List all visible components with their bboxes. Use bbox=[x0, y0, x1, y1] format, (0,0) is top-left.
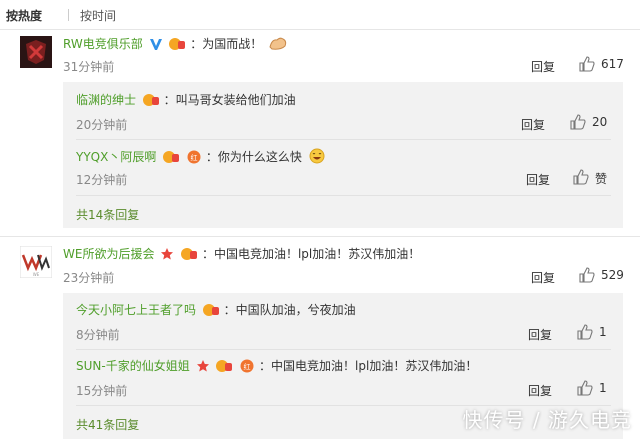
svg-text:红: 红 bbox=[190, 153, 197, 162]
member-badge-icon bbox=[142, 93, 160, 107]
reply-line: 临渊的绅士 ：叫马哥女装给他们加油 bbox=[76, 92, 296, 108]
comment-line: RW电竞俱乐部 ：为国而战！ bbox=[63, 35, 288, 52]
username-link[interactable]: RW电竞俱乐部 bbox=[63, 37, 143, 51]
reply-line: 今天小阿七上王者了吗 ：中国队加油，兮夜加油 bbox=[76, 302, 356, 318]
member-badge-icon bbox=[215, 359, 233, 373]
reply-button[interactable]: 回复 bbox=[531, 58, 555, 75]
thumbs-up-icon bbox=[579, 56, 595, 72]
reply-line: YYQX丶阿辰啊 红 ：你为什么这么快 bbox=[76, 148, 326, 165]
watermark: 快传号 / 游久电竞 bbox=[462, 408, 632, 432]
username-link[interactable]: 临渊的绅士 bbox=[76, 93, 136, 107]
reply-time: 15分钟前 bbox=[76, 384, 128, 398]
more-replies-link[interactable]: 共14条回复 bbox=[76, 206, 139, 223]
thumbs-up-icon bbox=[579, 267, 595, 283]
reply-time: 20分钟前 bbox=[76, 118, 128, 132]
username-link[interactable]: SUN-千家的仙女姐姐 bbox=[76, 359, 190, 373]
username-link[interactable]: 今天小阿七上王者了吗 bbox=[76, 303, 196, 317]
sort-by-hot-tab[interactable]: 按热度 bbox=[6, 7, 42, 24]
reply-divider bbox=[76, 349, 611, 350]
reply-button[interactable]: 回复 bbox=[528, 382, 552, 399]
like-count: 529 bbox=[601, 268, 624, 282]
svg-text:红: 红 bbox=[244, 362, 251, 371]
reply-divider bbox=[76, 139, 611, 140]
level-badge-icon: 红 bbox=[186, 150, 202, 164]
like-count: 1 bbox=[599, 325, 607, 339]
reply-time: 8分钟前 bbox=[76, 328, 120, 342]
sort-divider bbox=[0, 29, 640, 30]
level-badge-icon: 红 bbox=[239, 359, 255, 373]
like-button[interactable]: 617 bbox=[579, 56, 629, 74]
member-badge-icon bbox=[168, 37, 186, 51]
comment-line: WE所欲为后援会 ：中国电竞加油！lpl加油！苏汉伟加油！ bbox=[63, 246, 420, 262]
comment-time: 31分钟前 bbox=[63, 60, 115, 74]
reply-text: ：叫马哥女装给他们加油 bbox=[163, 93, 296, 107]
reply-line: SUN-千家的仙女姐姐 红 ：中国电竞加油！lpl加油！苏汉伟加油！ bbox=[76, 358, 477, 374]
thumbs-up-icon bbox=[573, 169, 589, 185]
sort-separator bbox=[68, 9, 69, 21]
reply-button[interactable]: 回复 bbox=[521, 116, 545, 133]
like-button[interactable]: 赞 bbox=[573, 169, 623, 187]
like-count: 617 bbox=[601, 57, 624, 71]
member-badge-icon bbox=[162, 150, 180, 164]
comment-text: ：中国电竞加油！lpl加油！苏汉伟加油！ bbox=[201, 247, 421, 261]
username-link[interactable]: YYQX丶阿辰啊 bbox=[76, 150, 156, 164]
reply-button[interactable]: 回复 bbox=[531, 269, 555, 286]
reply-text: ：中国电竞加油！lpl加油！苏汉伟加油！ bbox=[259, 359, 478, 373]
member-badge-icon bbox=[202, 303, 220, 317]
thumbs-up-icon bbox=[577, 380, 593, 396]
like-button[interactable]: 1 bbox=[577, 380, 617, 398]
like-count: 1 bbox=[599, 381, 607, 395]
laughing-emoji-icon bbox=[308, 148, 326, 164]
reply-divider bbox=[76, 195, 611, 196]
avatar[interactable] bbox=[20, 36, 52, 68]
avatar[interactable]: WE bbox=[20, 246, 52, 278]
thumbs-up-icon bbox=[570, 114, 586, 130]
like-count: 20 bbox=[592, 115, 608, 129]
flex-arm-emoji-icon bbox=[268, 35, 288, 51]
like-label: 赞 bbox=[595, 172, 608, 186]
more-replies-link[interactable]: 共41条回复 bbox=[76, 416, 139, 433]
like-button[interactable]: 1 bbox=[577, 324, 617, 342]
verified-v-icon bbox=[149, 37, 163, 51]
svg-text:WE: WE bbox=[33, 272, 40, 277]
reply-time: 12分钟前 bbox=[76, 173, 128, 187]
reply-text: ：中国队加油，兮夜加油 bbox=[223, 303, 356, 317]
username-link[interactable]: WE所欲为后援会 bbox=[63, 247, 154, 261]
comment-divider bbox=[0, 236, 640, 237]
sort-bar: 按热度 按时间 bbox=[0, 0, 640, 30]
like-button[interactable]: 20 bbox=[570, 114, 620, 132]
comment-text: ：为国而战！ bbox=[190, 37, 263, 51]
star-badge-icon bbox=[160, 247, 174, 261]
reply-button[interactable]: 回复 bbox=[528, 326, 552, 343]
star-badge-icon bbox=[196, 359, 210, 373]
thumbs-up-icon bbox=[577, 324, 593, 340]
like-button[interactable]: 529 bbox=[579, 267, 629, 285]
member-badge-icon bbox=[180, 247, 198, 261]
reply-text: ：你为什么这么快 bbox=[205, 150, 302, 164]
sort-by-time-tab[interactable]: 按时间 bbox=[80, 7, 116, 24]
reply-button[interactable]: 回复 bbox=[526, 171, 550, 188]
comment-time: 23分钟前 bbox=[63, 271, 115, 285]
